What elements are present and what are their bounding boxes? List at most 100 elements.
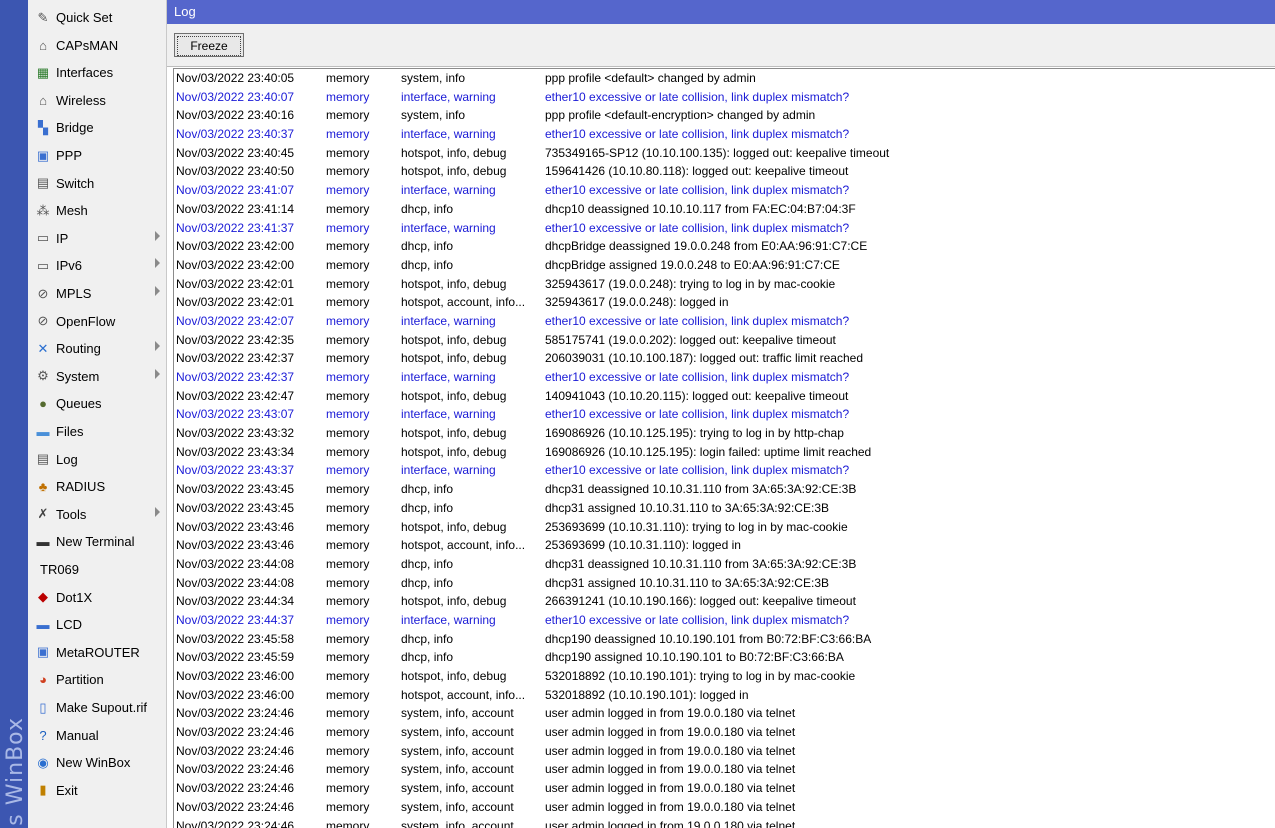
log-row[interactable]: Nov/03/2022 23:42:37 memory interface, war… [174,368,1275,387]
log-row[interactable]: Nov/03/2022 23:41:14 memory dhcp, info dhcp… [174,200,1275,219]
sidebar-item-log[interactable]: ▤ Log [28,446,166,473]
sidebar-item-label: Files [56,424,84,439]
log-row[interactable]: Nov/03/2022 23:46:00 memory hotspot, accou… [174,686,1275,705]
log-row[interactable]: Nov/03/2022 23:41:37 memory interface, war… [174,219,1275,238]
log-topics: dhcp, info [401,257,454,272]
log-row[interactable]: Nov/03/2022 23:40:05 memory system, info pp… [174,69,1275,88]
sidebar-item-radius[interactable]: ♣ RADIUS [28,473,166,500]
sidebar-item-dot1x[interactable]: ◆ Dot1X [28,584,166,611]
log-row[interactable]: Nov/03/2022 23:24:46 memory system, info, … [174,704,1275,723]
sidebar-item-quick-set[interactable]: ✎ Quick Set [28,4,166,31]
sidebar-item-system[interactable]: ⚙ System [28,363,166,390]
sidebar-item-label: Partition [56,672,104,688]
terminal-icon: ▬ [36,534,50,550]
log-row[interactable]: Nov/03/2022 23:24:46 memory system, info, … [174,779,1275,798]
log-topics: system, info [401,71,466,85]
log-time: Nov/03/2022 23:41:14 [176,201,295,216]
log-buffer: memory [326,201,370,216]
log-row[interactable]: Nov/03/2022 23:40:07 memory interface, war… [174,88,1275,107]
log-buffer: memory [326,612,370,627]
log-row[interactable]: Nov/03/2022 23:42:01 memory hotspot, info,… [174,275,1275,294]
log-row[interactable]: Nov/03/2022 23:43:46 memory hotspot, accou… [174,536,1275,555]
log-row[interactable]: Nov/03/2022 23:43:45 memory dhcp, info dhcp… [174,480,1275,499]
sidebar-item-new-winbox[interactable]: ◉ New WinBox [28,749,166,776]
log-row[interactable]: Nov/03/2022 23:40:50 memory hotspot, info,… [174,162,1275,181]
log-message: 325943617 (19.0.0.248): logged in [545,295,729,310]
sidebar-item-files[interactable]: ▬ Files [28,418,166,445]
log-time: Nov/03/2022 23:40:07 [176,89,295,104]
sidebar-item-partition[interactable]: ◕ Partition [28,666,166,693]
log-row[interactable]: Nov/03/2022 23:41:07 memory interface, war… [174,181,1275,200]
sidebar-item-make-supout-rif[interactable]: ▯ Make Supout.rif [28,694,166,721]
log-row[interactable]: Nov/03/2022 23:42:07 memory interface, war… [174,312,1275,331]
log-topics: system, info, account [401,818,514,828]
sidebar-item-manual[interactable]: ? Manual [28,722,166,749]
sidebar-item-mpls[interactable]: ⊘ MPLS [28,280,166,307]
log-row[interactable]: Nov/03/2022 23:24:46 memory system, info, … [174,760,1275,779]
log-row[interactable]: Nov/03/2022 23:43:34 memory hotspot, info,… [174,443,1275,462]
sidebar-item-interfaces[interactable]: ▦ Interfaces [28,59,166,86]
log-row[interactable]: Nov/03/2022 23:40:37 memory interface, war… [174,125,1275,144]
log-row[interactable]: Nov/03/2022 23:24:46 memory system, info, … [174,817,1275,828]
log-row[interactable]: Nov/03/2022 23:46:00 memory hotspot, info,… [174,667,1275,686]
log-row[interactable]: Nov/03/2022 23:40:16 memory system, info pp… [174,106,1275,125]
log-row[interactable]: Nov/03/2022 23:42:01 memory hotspot, accou… [174,293,1275,312]
log-row[interactable]: Nov/03/2022 23:43:45 memory dhcp, info dhcp… [174,499,1275,518]
log-list[interactable]: Nov/03/2022 23:40:05 memory system, info pp… [173,68,1275,828]
log-topics: dhcp, info [401,201,454,216]
log-buffer: memory [326,519,370,534]
log-row[interactable]: Nov/03/2022 23:43:32 memory hotspot, info,… [174,424,1275,443]
log-row[interactable]: Nov/03/2022 23:42:37 memory hotspot, info,… [174,349,1275,368]
log-topics: interface, warning [401,612,496,627]
sidebar-item-tools[interactable]: ✗ Tools [28,501,166,528]
log-row[interactable]: Nov/03/2022 23:45:58 memory dhcp, info dhcp… [174,630,1275,649]
log-buffer: memory [326,332,370,347]
log-row[interactable]: Nov/03/2022 23:24:46 memory system, info, … [174,742,1275,761]
sidebar-item-metarouter[interactable]: ▣ MetaROUTER [28,639,166,666]
log-row[interactable]: Nov/03/2022 23:40:45 memory hotspot, info,… [174,144,1275,163]
log-row[interactable]: Nov/03/2022 23:44:37 memory interface, war… [174,611,1275,630]
log-row[interactable]: Nov/03/2022 23:45:59 memory dhcp, info dhcp… [174,648,1275,667]
sidebar-item-wireless[interactable]: ⌂ Wireless [28,87,166,114]
log-row[interactable]: Nov/03/2022 23:42:47 memory hotspot, info,… [174,387,1275,406]
sidebar-item-label: PPP [56,148,83,163]
log-row[interactable]: Nov/03/2022 23:43:46 memory hotspot, info,… [174,518,1275,537]
sidebar-item-bridge[interactable]: ▚ Bridge [28,114,166,141]
sidebar-item-queues[interactable]: ● Queues [28,390,166,417]
log-row[interactable]: Nov/03/2022 23:42:00 memory dhcp, info dhcp… [174,256,1275,275]
log-row[interactable]: Nov/03/2022 23:42:35 memory hotspot, info,… [174,331,1275,350]
log-time: Nov/03/2022 23:43:45 [176,482,295,497]
sidebar-item-ipv6[interactable]: ▭ IPv6 [28,252,166,279]
window-title[interactable]: Log [167,0,1275,24]
sidebar-item-tr069[interactable]: TR069 [28,556,166,583]
sidebar-item-ip[interactable]: ▭ IP [28,225,166,252]
log-row[interactable]: Nov/03/2022 23:24:46 memory system, info, … [174,798,1275,817]
supout-icon: ▯ [39,699,47,715]
log-message: ether10 excessive or late collision, lin… [545,463,850,478]
freeze-button[interactable]: Freeze [174,33,244,57]
sidebar-item-mesh[interactable]: ⁂ Mesh [28,197,166,224]
log-time: Nov/03/2022 23:43:32 [176,426,295,441]
sidebar-item-switch[interactable]: ▤ Switch [28,170,166,197]
sidebar-item-lcd[interactable]: ▬ LCD [28,611,166,638]
log-time: Nov/03/2022 23:45:58 [176,631,295,646]
log-row[interactable]: Nov/03/2022 23:24:46 memory system, info, … [174,723,1275,742]
sidebar-item-capsman[interactable]: ⌂ CAPsMAN [28,32,166,59]
log-topics: system, info [401,108,466,123]
log-row[interactable]: Nov/03/2022 23:44:08 memory dhcp, info dhcp… [174,555,1275,574]
log-row[interactable]: Nov/03/2022 23:44:34 memory hotspot, info,… [174,592,1275,611]
sidebar-item-exit[interactable]: ▮ Exit [28,777,166,804]
log-buffer: memory [326,444,370,459]
log-time: Nov/03/2022 23:24:46 [176,762,295,777]
log-row[interactable]: Nov/03/2022 23:42:00 memory dhcp, info dhcp… [174,237,1275,256]
bridge-icon: ▚ [38,119,48,135]
sidebar-item-new-terminal[interactable]: ▬ New Terminal [28,528,166,555]
sidebar-item-ppp[interactable]: ▣ PPP [28,142,166,169]
sidebar-item-routing[interactable]: ✕ Routing [28,335,166,362]
log-row[interactable]: Nov/03/2022 23:43:07 memory interface, war… [174,405,1275,424]
log-row[interactable]: Nov/03/2022 23:43:37 memory interface, war… [174,461,1275,480]
log-time: Nov/03/2022 23:42:47 [176,388,295,403]
log-message: user admin logged in from 19.0.0.180 via… [545,743,796,758]
log-row[interactable]: Nov/03/2022 23:44:08 memory dhcp, info dhcp… [174,574,1275,593]
sidebar-item-openflow[interactable]: ⊘ OpenFlow [28,308,166,335]
